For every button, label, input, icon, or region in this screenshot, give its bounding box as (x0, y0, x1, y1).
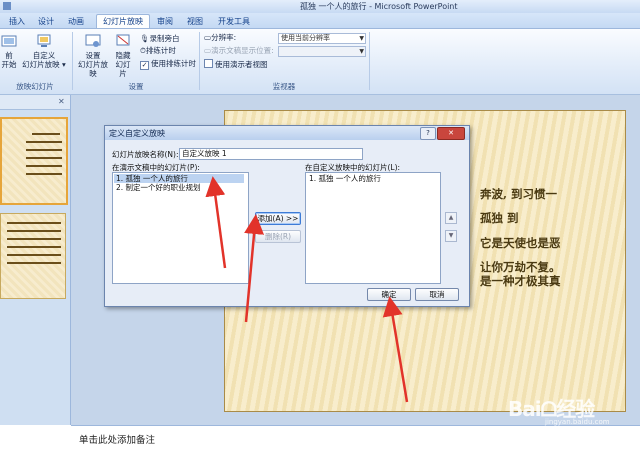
slide-text-line: 它是天使也是恶 (480, 236, 561, 250)
thumbnail-text-lines (26, 133, 62, 175)
tab-view[interactable]: 视图 (184, 15, 206, 28)
slide-thumbnail-1[interactable] (0, 117, 68, 205)
ok-button[interactable]: 确定 (367, 288, 411, 301)
show-name-label: 幻灯片放映名称(N): (112, 150, 179, 159)
chevron-down-icon: ▼ (359, 48, 364, 55)
hide-slide-icon (116, 34, 130, 46)
close-button[interactable]: ✕ (437, 127, 465, 140)
show-name-input[interactable]: 自定义放映 1 (179, 148, 363, 160)
list-item[interactable]: 2. 制定一个好的职业规划 (114, 183, 244, 192)
tab-design[interactable]: 设计 (34, 15, 58, 28)
setup-slideshow-button[interactable]: 设置 幻灯片放映 (76, 33, 110, 78)
slide-text-line: 奔波, 到习惯一 (480, 187, 558, 201)
resolution-select[interactable]: 使用当前分辨率 ▼ (278, 33, 366, 44)
tab-slideshow[interactable]: 幻灯片放映 (96, 14, 150, 28)
slide-text-line: 是一种才极其真 (480, 274, 561, 288)
add-button[interactable]: 添加(A) >> (255, 212, 301, 225)
list-item[interactable]: 1. 孤独 一个人的旅行 (114, 174, 244, 183)
watermark-url: jingyan.baidu.com (545, 418, 610, 426)
resolution-row: ▭分辨率: (204, 33, 237, 42)
notes-placeholder: 单击此处添加备注 (79, 435, 156, 446)
slide-text-line: 孤独 到 (480, 211, 519, 225)
custom-slideshow-button[interactable]: 自定义 幻灯片放映 ▾ (22, 33, 66, 69)
cancel-button[interactable]: 取消 (415, 288, 459, 301)
from-current-slide-button[interactable]: 前 开始 (0, 33, 18, 69)
setup-show-icon (85, 34, 101, 47)
custom-show-icon (37, 34, 51, 47)
ribbon-separator (369, 32, 370, 90)
group-label-setup: 设置 (128, 82, 144, 91)
tab-review[interactable]: 审阅 (154, 15, 176, 28)
microphone-icon: 🎙 (140, 34, 150, 43)
checkbox-checked[interactable]: ✓ (140, 61, 149, 70)
window-title: 孤独 一个人的旅行 - Microsoft PowerPoint (300, 2, 458, 11)
move-up-icon[interactable]: ▲ (445, 212, 457, 224)
tab-insert[interactable]: 插入 (6, 15, 28, 28)
title-bar: 孤独 一个人的旅行 - Microsoft PowerPoint (0, 0, 640, 13)
hide-slide-button[interactable]: 隐藏 幻灯片 (112, 33, 134, 78)
tab-developer[interactable]: 开发工具 (214, 15, 254, 28)
presentation-slides-list[interactable]: 1. 孤独 一个人的旅行 2. 制定一个好的职业规划 (112, 172, 249, 284)
ribbon-separator (72, 32, 73, 90)
tab-animation[interactable]: 动画 (64, 15, 88, 28)
dialog-title-bar: 定义自定义放映 ? ✕ (105, 126, 469, 140)
remove-button: 删除(R) (255, 230, 301, 243)
slideshow-icon (1, 35, 17, 47)
group-label-monitors: 监视器 (272, 82, 296, 91)
group-label-start-show: 放映幻灯片 (16, 82, 54, 91)
notes-pane[interactable]: 单击此处添加备注 (71, 425, 640, 451)
chevron-down-icon: ▼ (359, 35, 364, 42)
checkbox-unchecked[interactable] (204, 59, 213, 68)
rehearse-timings-button[interactable]: ⏱排练计时 (140, 45, 176, 56)
slides-panel: ✕ (0, 95, 71, 425)
slide-thumbnail-2[interactable] (0, 213, 66, 299)
quick-access-icon[interactable] (2, 1, 12, 11)
record-narration-button[interactable]: 🎙录制旁白 (140, 33, 180, 44)
dialog-title: 定义自定义放映 (109, 129, 165, 138)
close-panel-icon[interactable]: ✕ (58, 97, 65, 106)
show-on-row: ▭演示文稿显示位置: (204, 46, 274, 55)
define-custom-show-dialog: 定义自定义放映 ? ✕ 幻灯片放映名称(N): 自定义放映 1 在演示文稿中的幻… (104, 125, 470, 307)
use-timings-checkbox[interactable]: ✓ 使用排练计时 (140, 58, 196, 70)
slides-panel-header: ✕ (0, 95, 70, 110)
help-button[interactable]: ? (420, 127, 436, 140)
move-down-icon[interactable]: ▼ (445, 230, 457, 242)
custom-show-slides-list[interactable]: 1. 孤独 一个人的旅行 (305, 172, 441, 284)
thumbnail-text-lines (7, 222, 61, 264)
ribbon-tabs: 插入 设计 动画 幻灯片放映 审阅 视图 开发工具 (0, 13, 640, 29)
presenter-view-checkbox[interactable]: 使用演示者视图 (204, 59, 268, 70)
show-on-select: ▼ (278, 46, 366, 57)
list-item[interactable]: 1. 孤独 一个人的旅行 (307, 174, 435, 183)
ribbon: 前 开始 自定义 幻灯片放映 ▾ 放映幻灯片 设置 幻灯片放映 隐藏 幻灯片 🎙… (0, 29, 640, 95)
